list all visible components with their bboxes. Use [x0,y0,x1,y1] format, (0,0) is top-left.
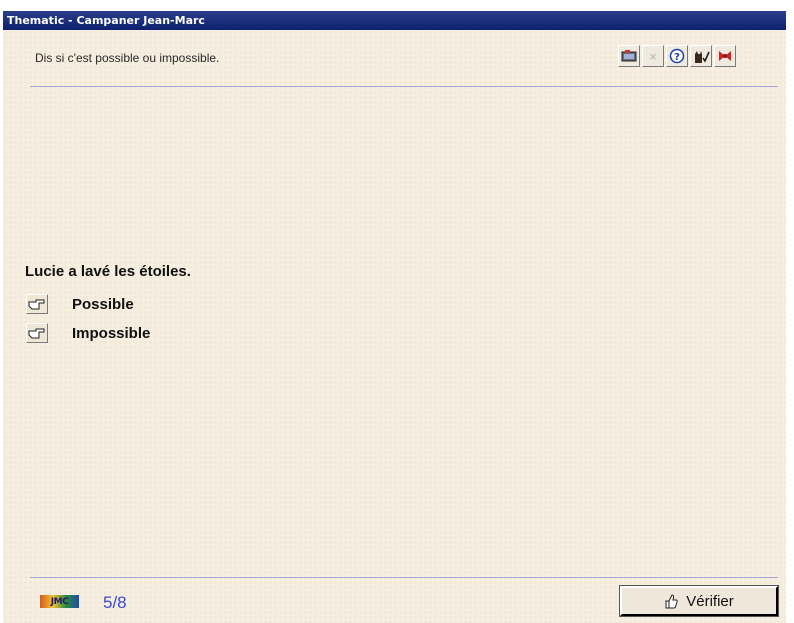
instruction-text: Dis si c'est possible ou impossible. [35,51,220,65]
svg-text:?: ? [674,52,680,63]
window-title: Thematic - Campaner Jean-Marc [7,14,205,27]
footer-divider [30,577,778,578]
progress-counter: 5/8 [103,593,127,612]
pointing-hand-icon[interactable] [26,323,48,343]
jmc-logo: JMC [40,595,79,608]
question-text: Lucie a lavé les étoiles. [25,263,191,280]
verify-label: Vérifier [686,592,734,610]
cat-check-icon[interactable] [690,45,712,67]
header-divider [30,86,778,87]
bow-icon[interactable] [714,45,736,67]
film-icon[interactable] [618,45,640,67]
choice-label: Impossible [72,324,151,342]
choice-impossible[interactable]: Impossible [26,323,150,343]
title-bar: Thematic - Campaner Jean-Marc [3,11,786,30]
choice-possible[interactable]: Possible [26,294,134,314]
choice-label: Possible [72,295,134,313]
help-icon[interactable]: ? [666,45,688,67]
toolbar: × ? [618,45,736,69]
verify-button[interactable]: Vérifier [619,585,779,617]
pointing-hand-icon[interactable] [26,294,48,314]
close-x-icon[interactable]: × [642,45,664,67]
thumbs-up-icon [665,594,678,609]
